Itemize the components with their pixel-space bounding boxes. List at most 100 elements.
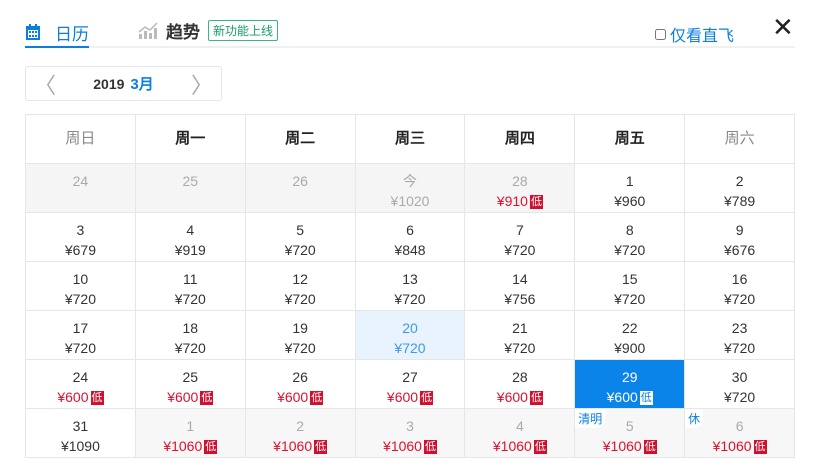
day-price-line: ¥720 <box>685 387 794 407</box>
day-price-line: ¥919 <box>136 240 245 260</box>
calendar-day[interactable]: 27 ¥600 低 <box>355 360 466 409</box>
lowest-price-badge: 低 <box>310 391 324 405</box>
tab-trend[interactable]: 趋势 新功能上线 <box>138 18 279 43</box>
day-price-line: ¥720 <box>246 289 355 309</box>
day-price: ¥600 <box>57 389 89 405</box>
day-number: 4 <box>186 222 195 238</box>
tab-trend-label: 趋势 <box>166 23 200 42</box>
new-feature-badge: 新功能上线 <box>208 20 279 41</box>
day-price: ¥600 <box>386 389 419 405</box>
calendar-day: 25 <box>135 164 246 213</box>
weekday-header: 周日 周一 周二 周三 周四 周五 周六 <box>26 115 796 164</box>
calendar-day[interactable]: 3 ¥1060 低 <box>355 409 466 458</box>
day-price: ¥720 <box>174 291 206 307</box>
calendar-day[interactable]: 28 ¥600 低 <box>465 360 576 409</box>
day-price-line: ¥720 <box>356 289 465 309</box>
day-price-line: ¥1060 低 <box>685 436 794 456</box>
day-price-line: ¥720 <box>136 289 245 309</box>
day-number: 9 <box>735 222 744 238</box>
calendar-day[interactable]: 12 ¥720 <box>245 262 356 311</box>
current-month: 2019 3月 <box>93 73 154 94</box>
day-number: 30 <box>731 369 748 385</box>
calendar-day[interactable]: 23 ¥720 <box>685 311 796 360</box>
day-number: 1 <box>186 418 195 434</box>
calendar-day: 28 ¥910 低 <box>465 164 576 213</box>
calendar-day[interactable]: 25 ¥600 低 <box>135 360 246 409</box>
calendar-day[interactable]: 18 ¥720 <box>135 311 246 360</box>
calendar-day[interactable]: 14 ¥756 <box>465 262 576 311</box>
calendar-day[interactable]: 6 ¥848 <box>355 213 466 262</box>
day-number: 27 <box>402 369 418 385</box>
calendar-day[interactable]: 31 ¥1090 <box>26 409 136 458</box>
calendar-day[interactable]: 19 ¥720 <box>245 311 356 360</box>
day-price: ¥1060 <box>383 438 422 454</box>
calendar-day[interactable]: 24 ¥600 低 <box>26 360 136 409</box>
calendar-day[interactable]: 4 ¥919 <box>135 213 246 262</box>
day-number: 10 <box>72 271 89 287</box>
day-number: 28 <box>512 173 528 189</box>
day-number: 21 <box>512 320 528 336</box>
day-price-line: ¥756 <box>465 289 574 309</box>
day-number: 3 <box>76 222 85 238</box>
calendar-day[interactable]: 1 ¥1060 低 <box>135 409 246 458</box>
calendar-day[interactable]: 7 ¥720 <box>465 213 576 262</box>
day-number: 16 <box>731 271 748 287</box>
calendar-day[interactable]: 17 ¥720 <box>26 311 136 360</box>
calendar-day[interactable]: 1 ¥960 <box>575 164 686 213</box>
weekday-5: 周五 <box>575 115 686 164</box>
day-price-line: ¥848 <box>356 240 465 260</box>
day-price: ¥720 <box>724 340 756 356</box>
day-price-line: ¥720 <box>26 289 135 309</box>
calendar-day[interactable]: 8 ¥720 <box>575 213 686 262</box>
day-price: ¥1060 <box>712 438 752 454</box>
next-month-button[interactable]: 〉 <box>191 68 213 100</box>
prev-month-button[interactable]: 〈 <box>34 68 56 100</box>
lowest-price-badge: 低 <box>200 391 214 405</box>
calendar-day[interactable]: 清明 5 ¥1060 低 <box>575 409 686 458</box>
day-price: ¥600 <box>606 389 638 405</box>
tab-calendar[interactable]: 日历 <box>25 18 89 48</box>
calendar-day[interactable]: 5 ¥720 <box>245 213 356 262</box>
weekday-6: 周六 <box>685 115 796 164</box>
calendar-day[interactable]: 20 ¥720 <box>355 311 466 360</box>
day-price: ¥789 <box>724 193 756 209</box>
calendar-day[interactable]: 13 ¥720 <box>355 262 466 311</box>
day-number: 2 <box>296 418 305 434</box>
calendar-day[interactable]: 30 ¥720 <box>685 360 796 409</box>
day-price-line: ¥1090 <box>26 436 135 456</box>
day-price: ¥756 <box>504 291 536 307</box>
trend-chart-icon <box>138 21 158 39</box>
calendar-day[interactable]: 15 ¥720 <box>575 262 686 311</box>
direct-only-checkbox[interactable] <box>655 28 666 40</box>
day-price: ¥600 <box>167 389 199 405</box>
calendar-week: 24 ¥600 低 25 ¥600 低 26 ¥600 低 27 ¥600 低 28 ¥600 低 29 ¥60… <box>26 360 796 409</box>
calendar-day[interactable]: 26 ¥600 低 <box>245 360 356 409</box>
lowest-price-badge: 低 <box>420 391 434 405</box>
calendar-day[interactable]: 3 ¥679 <box>26 213 136 262</box>
close-icon[interactable]: ✕ <box>772 14 794 40</box>
lowest-price-badge: 低 <box>639 391 653 405</box>
direct-only-filter[interactable]: 仅看直飞 <box>655 22 734 46</box>
calendar-day[interactable]: 4 ¥1060 低 <box>465 409 576 458</box>
day-number: 23 <box>731 320 748 336</box>
calendar-day[interactable]: 22 ¥900 <box>575 311 686 360</box>
day-price-line: ¥1060 低 <box>575 436 684 456</box>
day-number: 20 <box>402 320 418 336</box>
day-price-line: ¥789 <box>685 191 794 211</box>
day-price: ¥720 <box>614 242 646 258</box>
day-price: ¥720 <box>64 291 96 307</box>
calendar-day[interactable]: 2 ¥789 <box>685 164 796 213</box>
day-number: 19 <box>292 320 308 336</box>
calendar-day[interactable]: 10 ¥720 <box>26 262 136 311</box>
day-number: 17 <box>72 320 89 336</box>
calendar-day[interactable]: 21 ¥720 <box>465 311 576 360</box>
day-price-line: ¥910 低 <box>465 191 574 211</box>
day-price: ¥720 <box>284 340 316 356</box>
calendar-day[interactable]: 9 ¥676 <box>685 213 796 262</box>
calendar-day[interactable]: 11 ¥720 <box>135 262 246 311</box>
day-price-line: ¥720 <box>136 338 245 358</box>
calendar-day[interactable]: 16 ¥720 <box>685 262 796 311</box>
calendar-day[interactable]: 休 6 ¥1060 低 <box>685 409 796 458</box>
calendar-day[interactable]: 2 ¥1060 低 <box>245 409 356 458</box>
calendar-day[interactable]: 29 ¥600 低 <box>575 360 686 409</box>
